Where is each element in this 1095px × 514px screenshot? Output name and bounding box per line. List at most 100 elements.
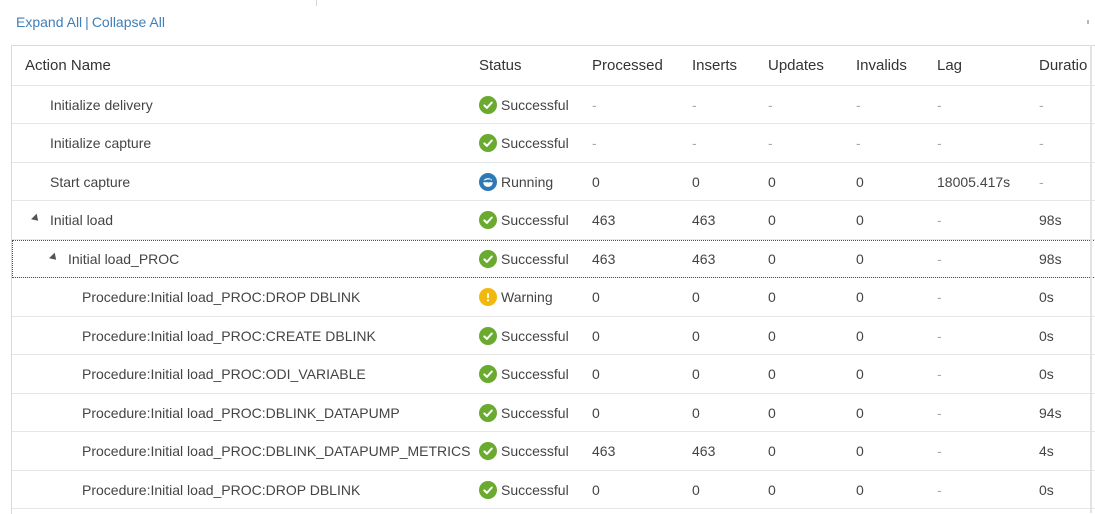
column-header-inserts[interactable]: Inserts bbox=[692, 46, 766, 85]
action-name-cell: Procedure:Initial load_PROC:DBLINK_DATAP… bbox=[25, 394, 475, 431]
processed-cell: 0 bbox=[592, 404, 600, 421]
status-label: Successful bbox=[501, 366, 569, 382]
action-name-cell: Procedure:Initial load_PROC:DBLINK_DATAP… bbox=[25, 433, 475, 470]
action-name-cell: Start capture bbox=[25, 163, 475, 200]
expand-toggle-icon[interactable] bbox=[49, 252, 59, 263]
collapse-all-link[interactable]: Collapse All bbox=[92, 14, 165, 30]
status-label: Successful bbox=[501, 404, 569, 421]
status-cell: Successful bbox=[479, 471, 589, 508]
duration-cell: - bbox=[1039, 135, 1044, 151]
column-header-processed[interactable]: Processed bbox=[592, 46, 690, 85]
vertical-scrollbar-track[interactable] bbox=[1090, 45, 1092, 513]
action-name-label: Procedure:Initial load_PROC:DROP DBLINK bbox=[82, 289, 361, 305]
action-name-cell: Initialize delivery bbox=[25, 86, 475, 123]
expand-toggle-icon[interactable] bbox=[31, 213, 41, 224]
processed-cell: 0 bbox=[592, 173, 600, 190]
status-cell: Successful bbox=[479, 394, 589, 431]
top-bar: Expand All | Collapse All bbox=[0, 0, 1095, 44]
inserts-cell: 0 bbox=[692, 173, 700, 190]
lag-cell: - bbox=[937, 443, 942, 459]
table-row[interactable]: Procedure:Initial load_PROC:DBLINK_DATAP… bbox=[12, 394, 1095, 432]
check-circle-icon bbox=[479, 403, 497, 422]
table-row[interactable]: Procedure:Initial load_PROC:CREATE DBLIN… bbox=[12, 317, 1095, 355]
table-row[interactable]: Initialize delivery Successful - - - - - - bbox=[12, 86, 1095, 124]
duration-cell: - bbox=[1039, 96, 1044, 113]
check-circle-icon bbox=[479, 95, 497, 114]
table-row[interactable]: Initial load Successful 463 463 0 0 - 98s bbox=[12, 202, 1095, 240]
column-header-lag[interactable]: Lag bbox=[937, 46, 1037, 85]
action-name-label: Procedure:Initial load_PROC:CREATE DBLIN… bbox=[82, 327, 376, 344]
processed-cell: 463 bbox=[592, 250, 616, 267]
invalids-cell: 0 bbox=[856, 443, 864, 459]
status-label: Successful bbox=[501, 135, 569, 151]
column-header-status[interactable]: Status bbox=[479, 46, 589, 85]
processed-cell: 0 bbox=[592, 289, 600, 305]
status-cell: Successful bbox=[479, 317, 589, 354]
action-name-label: Procedure:Initial load_PROC:DBLINK_DATAP… bbox=[82, 404, 400, 421]
processed-cell: 0 bbox=[592, 481, 600, 498]
check-circle-icon bbox=[479, 134, 497, 152]
updates-cell: 0 bbox=[768, 250, 776, 267]
action-name-cell: Initial load_PROC bbox=[25, 240, 475, 277]
processed-cell: 463 bbox=[592, 443, 616, 459]
lag-cell: - bbox=[937, 327, 942, 344]
duration-cell: 0s bbox=[1039, 289, 1054, 305]
table-row[interactable]: Initial load_PROC Successful 463 463 0 0 - 98s bbox=[12, 240, 1095, 278]
top-divider bbox=[316, 0, 317, 6]
inserts-cell: 0 bbox=[692, 481, 700, 498]
check-circle-icon bbox=[479, 442, 497, 460]
table-row[interactable]: Procedure:Initial load_PROC:DBLINK_DATAP… bbox=[12, 433, 1095, 471]
table-row[interactable]: Procedure:Initial load_PROC:DROP DBLINK S… bbox=[12, 471, 1095, 509]
action-name-cell: Procedure:Initial load_PROC:CREATE DBLIN… bbox=[25, 317, 475, 354]
column-header-duration[interactable]: Duratio bbox=[1039, 46, 1095, 85]
lag-cell: - bbox=[937, 135, 942, 151]
column-header-action-name[interactable]: Action Name bbox=[25, 46, 475, 85]
table-row[interactable]: Initialize capture Successful - - - - - - bbox=[12, 125, 1095, 163]
inserts-cell: 0 bbox=[692, 366, 700, 382]
duration-cell: - bbox=[1039, 173, 1044, 190]
duration-cell: 0s bbox=[1039, 366, 1054, 382]
warning-icon bbox=[479, 288, 497, 306]
column-header-invalids[interactable]: Invalids bbox=[856, 46, 936, 85]
status-cell: Successful bbox=[479, 240, 589, 277]
status-cell: Successful bbox=[479, 202, 589, 239]
lag-cell: 18005.417s bbox=[937, 173, 1011, 190]
updates-cell: - bbox=[768, 96, 773, 113]
inserts-cell: 463 bbox=[692, 443, 716, 459]
duration-cell: 98s bbox=[1039, 250, 1062, 267]
column-header-updates[interactable]: Updates bbox=[768, 46, 854, 85]
invalids-cell: - bbox=[856, 135, 861, 151]
action-name-label: Procedure:Initial load_PROC:DROP DBLINK bbox=[82, 481, 361, 498]
invalids-cell: 0 bbox=[856, 481, 864, 498]
status-cell: Successful bbox=[479, 86, 589, 123]
tree-toolbar: Expand All | Collapse All bbox=[16, 14, 165, 30]
duration-cell: 0s bbox=[1039, 481, 1054, 498]
updates-cell: 0 bbox=[768, 289, 776, 305]
action-name-cell: Initialize capture bbox=[25, 125, 475, 162]
status-cell: Successful bbox=[479, 356, 589, 393]
lag-cell: - bbox=[937, 289, 942, 305]
status-label: Successful bbox=[501, 443, 569, 459]
status-cell: Warning bbox=[479, 279, 589, 316]
table-row[interactable]: Procedure:Initial load_PROC:ODI_VARIABLE… bbox=[12, 356, 1095, 394]
action-name-cell: Procedure:Initial load_PROC:ODI_VARIABLE bbox=[25, 356, 475, 393]
invalids-cell: - bbox=[856, 96, 861, 113]
invalids-cell: 0 bbox=[856, 327, 864, 344]
lag-cell: - bbox=[937, 366, 942, 382]
action-name-label: Initial load_PROC bbox=[68, 250, 180, 267]
action-name-label: Initialize delivery bbox=[50, 96, 153, 113]
check-circle-icon bbox=[479, 249, 497, 268]
inserts-cell: 463 bbox=[692, 250, 716, 267]
status-label: Successful bbox=[501, 481, 569, 498]
updates-cell: 0 bbox=[768, 481, 776, 498]
inserts-cell: 463 bbox=[692, 212, 716, 228]
table-row[interactable]: Start capture Running 0 0 0 0 18005.417s - bbox=[12, 163, 1095, 201]
processed-cell: - bbox=[592, 135, 597, 151]
status-label: Successful bbox=[501, 212, 569, 228]
updates-cell: 0 bbox=[768, 327, 776, 344]
action-name-cell: Procedure:Initial load_PROC:DROP DBLINK bbox=[25, 279, 475, 316]
status-cell: Successful bbox=[479, 433, 589, 470]
table-row[interactable]: Procedure:Initial load_PROC:DROP DBLINK W… bbox=[12, 279, 1095, 317]
expand-all-link[interactable]: Expand All bbox=[16, 14, 82, 30]
actions-tree-table: Action Name Status Processed Inserts Upd… bbox=[11, 45, 1095, 514]
